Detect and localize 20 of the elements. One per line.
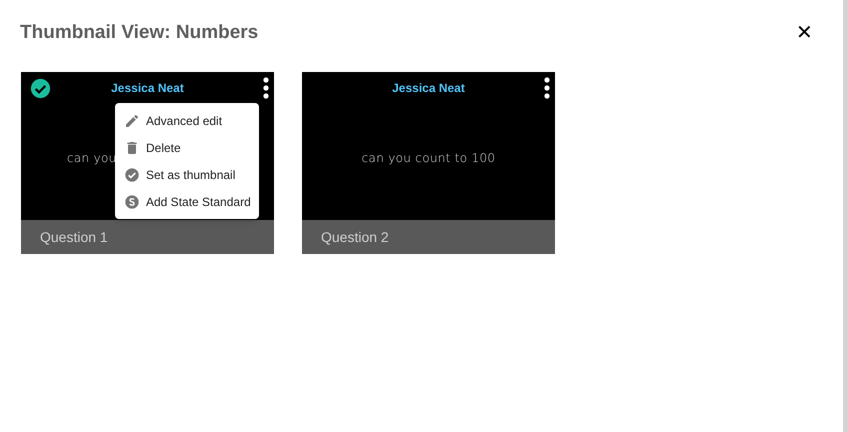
question-label: Question 2 <box>321 228 389 247</box>
slide-text: can you <box>67 150 117 167</box>
question-label: Question 1 <box>40 228 108 247</box>
close-button[interactable]: ✕ <box>796 18 813 48</box>
question-card[interactable]: Jessica Neat can you count to 100 Question 2 <box>302 72 555 254</box>
slide-text: can you count to 100 <box>362 150 496 167</box>
check-circle-icon <box>124 166 140 182</box>
dialog-title: Thumbnail View: Numbers <box>20 20 258 45</box>
question-card[interactable]: Jessica Neat can you Question 1 Advanced edit Delete Set as thumbnail Add State Standard <box>21 72 274 254</box>
more-vertical-icon[interactable] <box>263 77 269 99</box>
menu-item[interactable]: Add State Standard <box>115 188 259 215</box>
menu-item[interactable]: Advanced edit <box>115 107 259 134</box>
author-name: Jessica Neat <box>392 80 465 97</box>
more-vertical-icon[interactable] <box>544 77 550 99</box>
s-circle-icon <box>124 194 140 210</box>
scrollbar[interactable] <box>843 0 848 432</box>
menu-item[interactable]: Delete <box>115 134 259 161</box>
menu-item[interactable]: Set as thumbnail <box>115 161 259 188</box>
pencil-icon <box>124 112 140 128</box>
author-name: Jessica Neat <box>111 80 184 97</box>
